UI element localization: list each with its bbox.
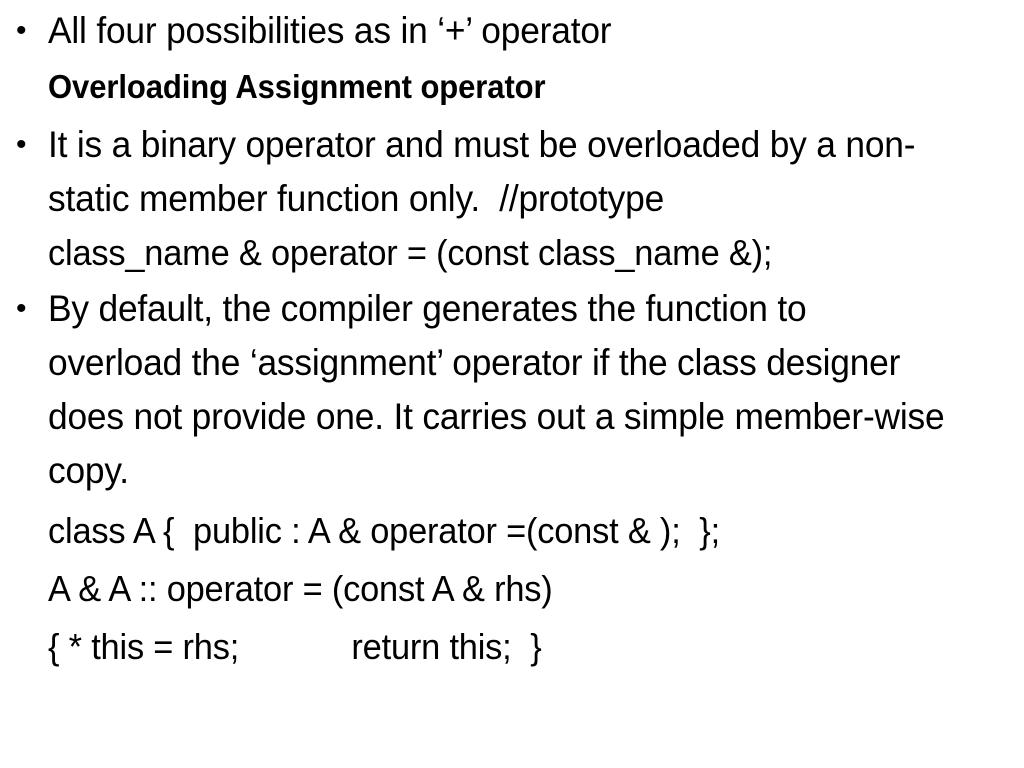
- bullet-text-default-compiler-generated: By default, the compiler generates the f…: [48, 288, 955, 491]
- bullet-point-icon: •: [16, 14, 27, 47]
- bullet-point-icon: •: [16, 128, 27, 161]
- slide-content-body: • All four possibilities as in ‘+’ opera…: [0, 4, 1024, 674]
- code-line-class-declaration: class A { public : A & operator =(const …: [0, 504, 1024, 558]
- slide-canvas: • All four possibilities as in ‘+’ opera…: [0, 0, 1024, 768]
- code-line-prototype: class_name & operator = (const class_nam…: [0, 226, 1024, 280]
- bullet-text-all-four-possibilities: All four possibilities as in ‘+’ operato…: [48, 10, 612, 51]
- bullet-item-binary-operator: • It is a binary operator and must be ov…: [0, 118, 1024, 226]
- section-heading-text: Overloading Assignment operator: [48, 68, 546, 105]
- bullet-item-default-compiler-generated: • By default, the compiler generates the…: [0, 282, 1024, 498]
- code-line-operator-body: { * this = rhs; return this; }: [0, 620, 1024, 674]
- code-line-operator-body-text: { * this = rhs; return this; }: [48, 626, 542, 667]
- code-line-operator-definition-text: A & A :: operator = (const A & rhs): [48, 568, 553, 609]
- bullet-text-binary-operator: It is a binary operator and must be over…: [48, 124, 916, 219]
- section-heading-overloading-assignment-operator: Overloading Assignment operator: [0, 60, 1024, 114]
- code-line-prototype-text: class_name & operator = (const class_nam…: [48, 232, 773, 273]
- bullet-point-icon: •: [16, 292, 27, 325]
- bullet-item-all-four-possibilities: • All four possibilities as in ‘+’ opera…: [0, 4, 1024, 58]
- code-line-operator-definition: A & A :: operator = (const A & rhs): [0, 562, 1024, 616]
- code-line-class-declaration-text: class A { public : A & operator =(const …: [48, 510, 720, 551]
